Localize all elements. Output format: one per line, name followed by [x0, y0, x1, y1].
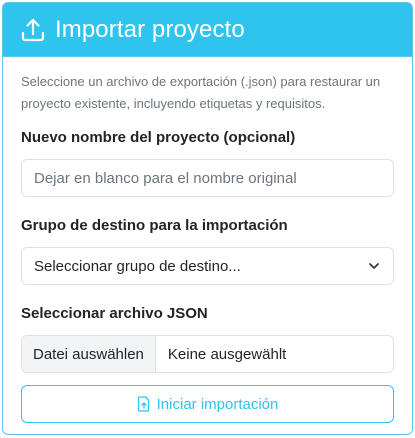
file-arrow-up-icon — [137, 396, 151, 412]
project-name-label: Nuevo nombre del proyecto (opcional) — [21, 129, 296, 146]
choose-file-button[interactable]: Datei auswählen — [22, 336, 156, 372]
card-header: Importar proyecto — [3, 3, 412, 57]
file-status-text: Keine ausgewählt — [167, 345, 287, 363]
card-body: Seleccione un archivo de exportación (.j… — [3, 57, 412, 423]
upload-icon — [19, 16, 47, 44]
target-group-label: Grupo de destino para la importación — [21, 217, 288, 234]
json-file-label: Seleccionar archivo JSON — [21, 305, 208, 322]
start-import-label: Iniciar importación — [156, 395, 279, 413]
chevron-down-icon — [367, 259, 381, 273]
description-text: Seleccione un archivo de exportación (.j… — [21, 74, 381, 111]
import-project-card: Importar proyecto Seleccione un archivo … — [2, 2, 413, 435]
target-group-selected: Seleccionar grupo de destino... — [34, 257, 241, 275]
start-import-button[interactable]: Iniciar importación — [21, 385, 394, 423]
project-name-input[interactable] — [21, 159, 394, 197]
json-file-input[interactable]: Datei auswählen Keine ausgewählt — [21, 335, 394, 373]
target-group-select[interactable]: Seleccionar grupo de destino... — [21, 247, 394, 285]
card-title: Importar proyecto — [55, 15, 245, 43]
